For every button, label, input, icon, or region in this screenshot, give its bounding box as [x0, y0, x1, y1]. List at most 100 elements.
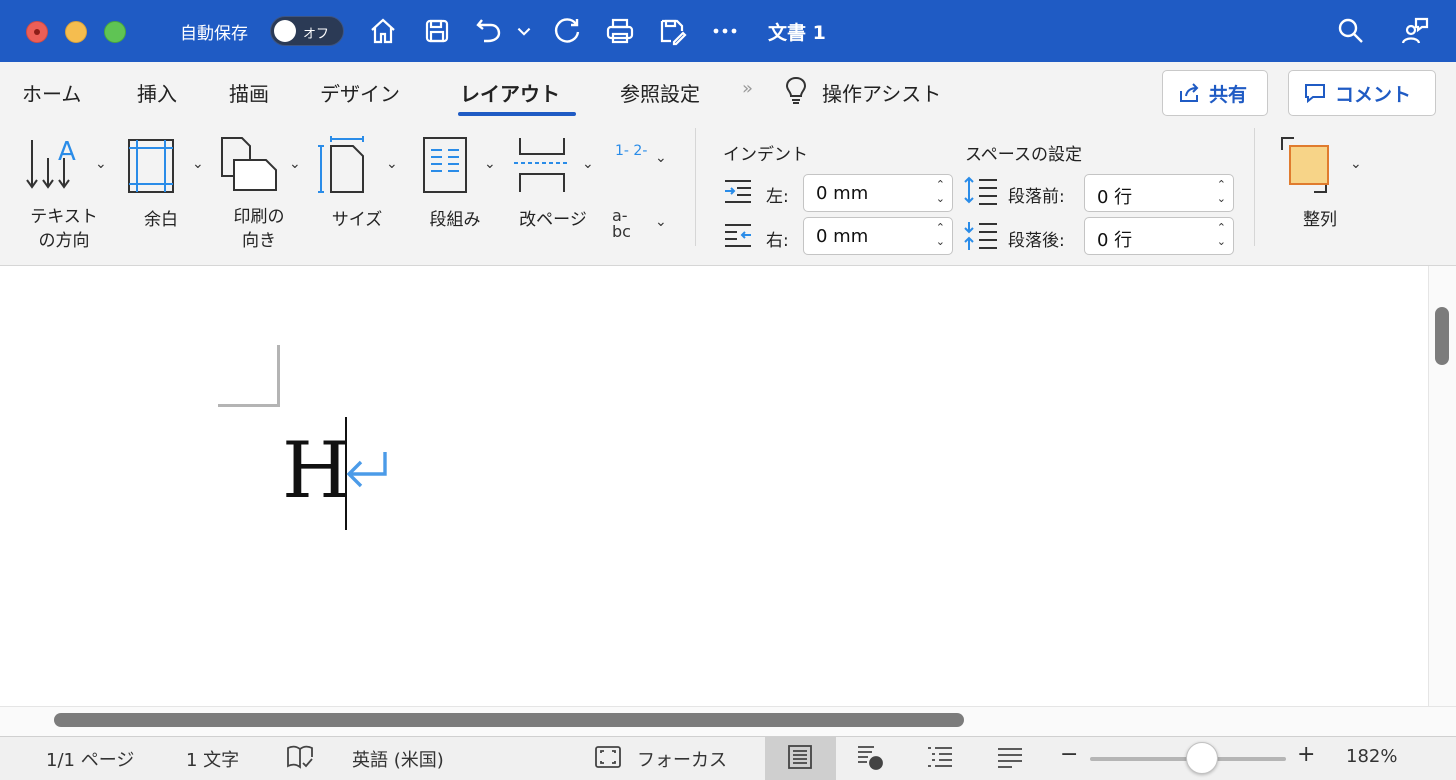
tab-home[interactable]: ホーム	[22, 78, 81, 107]
tab-layout[interactable]: レイアウト	[460, 78, 560, 107]
orientation-icon[interactable]	[220, 136, 280, 194]
print-icon[interactable]	[603, 14, 637, 48]
margins-icon[interactable]	[127, 138, 175, 194]
page-margin-corner-mark	[218, 345, 280, 407]
vertical-scroll-thumb[interactable]	[1435, 307, 1449, 365]
save-icon[interactable]	[420, 14, 454, 48]
columns-icon[interactable]	[422, 136, 468, 194]
spacing-after-label: 段落後:	[1008, 231, 1065, 251]
arrange-icon[interactable]	[1280, 136, 1340, 194]
tab-insert[interactable]: 挿入	[137, 78, 177, 107]
print-layout-icon[interactable]	[786, 744, 814, 770]
minimize-window-button[interactable]	[65, 21, 87, 43]
spacing-after-icon	[963, 220, 999, 252]
zoom-percentage[interactable]: 182%	[1346, 746, 1397, 767]
spacing-after-field[interactable]: 0 行 ⌃ ⌄	[1084, 217, 1234, 255]
language[interactable]: 英語 (米国)	[352, 746, 444, 772]
text-direction-chevron-down-icon[interactable]: ⌄	[95, 156, 107, 172]
share-icon	[1180, 83, 1199, 102]
horizontal-scroll-thumb[interactable]	[54, 713, 964, 727]
comment-icon	[1305, 84, 1325, 104]
close-window-button[interactable]	[26, 21, 48, 43]
arrange-label[interactable]: 整列	[1280, 205, 1360, 230]
stepper-arrows-icon[interactable]: ⌃ ⌄	[936, 178, 945, 206]
focus-mode-label[interactable]: フォーカス	[637, 746, 727, 772]
more-tabs-chevron-icon[interactable]: »	[742, 78, 753, 99]
spacing-group-title: スペースの設定	[965, 145, 1082, 165]
outline-view-icon[interactable]	[926, 744, 954, 770]
share-label: 共有	[1209, 83, 1248, 106]
ribbon-separator	[695, 128, 696, 246]
size-chevron-down-icon[interactable]: ⌄	[386, 156, 398, 172]
line-numbers-icon[interactable]: 1- 2-	[615, 144, 655, 180]
maximize-window-button[interactable]	[104, 21, 126, 43]
zoom-out-button[interactable]: −	[1060, 742, 1078, 767]
breaks-icon[interactable]	[512, 136, 572, 194]
home-icon[interactable]	[366, 14, 400, 48]
zoom-in-button[interactable]: +	[1297, 742, 1315, 767]
document-canvas[interactable]	[0, 266, 1428, 706]
hyphenation-icon[interactable]: a- bc	[612, 208, 648, 244]
more-icon[interactable]	[708, 14, 742, 48]
text-direction-label-1: テキスト	[30, 207, 98, 227]
columns-chevron-down-icon[interactable]: ⌄	[484, 156, 496, 172]
web-layout-icon[interactable]	[855, 744, 883, 770]
tab-draw[interactable]: 描画	[229, 78, 269, 107]
orientation-label-1: 印刷の	[233, 207, 285, 227]
indent-left-value: 0 mm	[816, 183, 869, 204]
zoom-slider-thumb[interactable]	[1186, 742, 1218, 774]
spacing-before-field[interactable]: 0 行 ⌃ ⌄	[1084, 174, 1234, 212]
search-icon[interactable]	[1334, 14, 1368, 48]
size-label[interactable]: サイズ	[312, 205, 402, 230]
stepper-arrows-icon[interactable]: ⌃ ⌄	[1217, 178, 1226, 206]
tell-me-assist[interactable]: 操作アシスト	[822, 78, 941, 107]
text-direction-button[interactable]: テキスト の方向	[14, 205, 114, 253]
margins-chevron-down-icon[interactable]: ⌄	[192, 156, 204, 172]
orientation-label-2: 向き	[242, 231, 276, 251]
redo-icon[interactable]	[550, 14, 584, 48]
breaks-label[interactable]: 改ページ	[506, 205, 600, 230]
share-button[interactable]: 共有	[1162, 70, 1268, 116]
undo-dropdown-chevron-down-icon[interactable]	[512, 14, 536, 48]
active-tab-indicator	[458, 112, 576, 116]
undo-icon[interactable]	[472, 14, 506, 48]
draft-view-icon[interactable]	[996, 744, 1024, 770]
indent-right-label: 右:	[766, 231, 789, 251]
svg-text:A: A	[58, 137, 76, 167]
text-direction-label-2: の方向	[38, 231, 90, 251]
save-as-icon[interactable]	[655, 14, 689, 48]
proofing-book-icon[interactable]	[286, 744, 314, 770]
tab-design[interactable]: デザイン	[320, 78, 400, 107]
focus-icon[interactable]	[594, 744, 622, 770]
indent-right-field[interactable]: 0 mm ⌃ ⌄	[803, 217, 953, 255]
size-icon[interactable]	[317, 136, 367, 194]
share-feedback-icon[interactable]	[1398, 14, 1432, 48]
autosave-toggle[interactable]: オフ	[270, 16, 344, 46]
indent-left-label: 左:	[766, 187, 789, 207]
spacing-before-icon	[963, 176, 999, 208]
word-count[interactable]: 1 文字	[186, 746, 239, 772]
hyphenation-chevron-down-icon[interactable]: ⌄	[655, 214, 667, 230]
indent-right-value: 0 mm	[816, 226, 869, 247]
margins-label[interactable]: 余白	[118, 205, 204, 230]
tab-references[interactable]: 参照設定	[620, 78, 700, 107]
comment-button[interactable]: コメント	[1288, 70, 1436, 116]
columns-label[interactable]: 段組み	[410, 205, 500, 230]
stepper-arrows-icon[interactable]: ⌃ ⌄	[936, 221, 945, 249]
orientation-button[interactable]: 印刷の 向き	[214, 205, 304, 253]
indent-left-icon	[723, 178, 753, 206]
lightbulb-icon	[783, 75, 809, 105]
orientation-chevron-down-icon[interactable]: ⌄	[289, 156, 301, 172]
document-text[interactable]: H	[282, 426, 350, 516]
indent-group-title: インデント	[723, 145, 808, 165]
text-direction-icon[interactable]: A	[24, 136, 84, 194]
line-numbers-chevron-down-icon[interactable]: ⌄	[655, 150, 667, 166]
document-title: 文書 1	[768, 22, 826, 44]
indent-left-field[interactable]: 0 mm ⌃ ⌄	[803, 174, 953, 212]
page-count[interactable]: 1/1 ページ	[46, 746, 134, 772]
toggle-knob	[274, 20, 296, 42]
arrange-chevron-down-icon[interactable]: ⌄	[1350, 156, 1362, 172]
stepper-arrows-icon[interactable]: ⌃ ⌄	[1217, 221, 1226, 249]
breaks-chevron-down-icon[interactable]: ⌄	[582, 156, 594, 172]
autosave-state: オフ	[303, 27, 330, 42]
